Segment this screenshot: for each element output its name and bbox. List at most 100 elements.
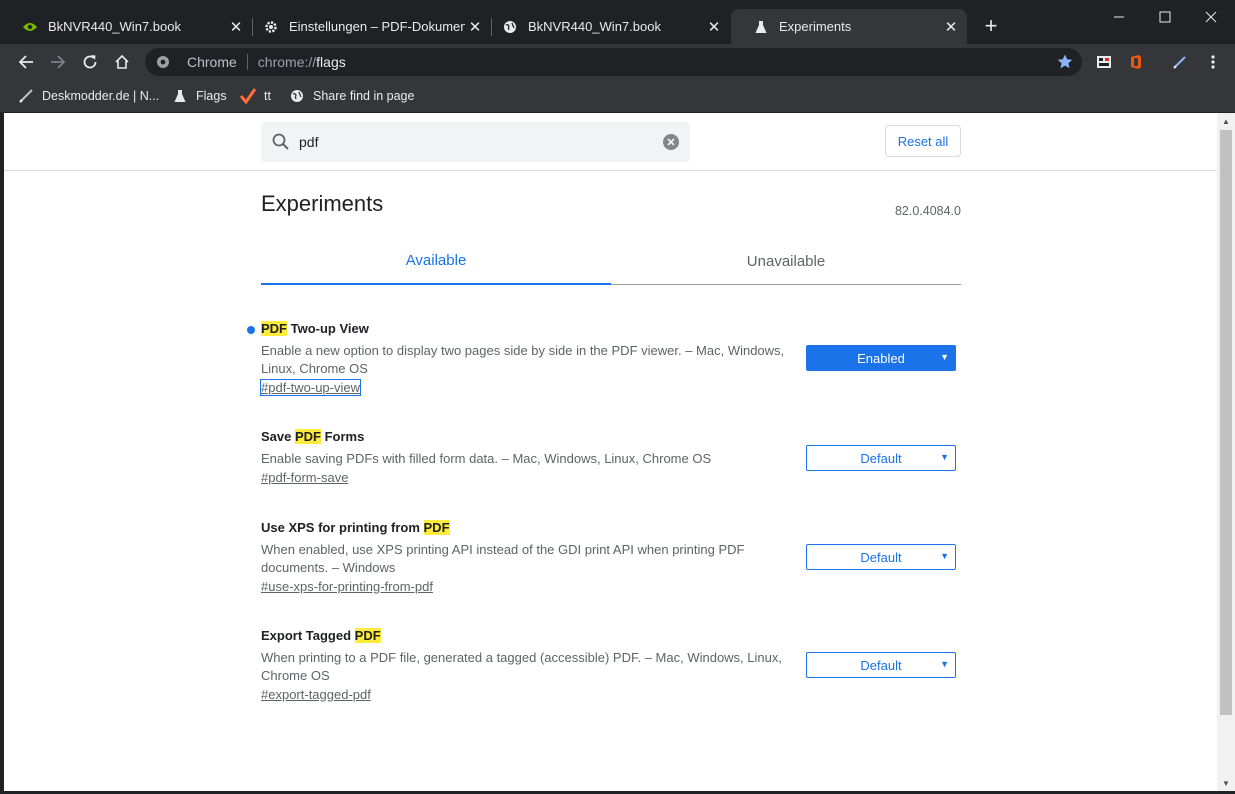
vertical-scrollbar[interactable]: ▲ ▼ xyxy=(1217,113,1235,791)
experiment-permalink[interactable]: #pdf-form-save xyxy=(261,470,348,485)
experiment-name: Export Tagged PDF xyxy=(261,628,381,643)
page-content: pdf Reset all Experiments 82.0.4084.0 Av… xyxy=(4,113,1217,791)
tab-unavailable[interactable]: Unavailable xyxy=(611,238,961,284)
experiment-name: Use XPS for printing from PDF xyxy=(261,520,450,535)
dropdown-arrow-icon: ▼ xyxy=(940,659,949,669)
search-highlight: PDF xyxy=(354,628,381,643)
search-input[interactable]: pdf xyxy=(299,134,662,150)
extension-button-3[interactable] xyxy=(1168,50,1192,74)
scrollbar-thumb[interactable] xyxy=(1220,130,1232,715)
bookmark-tt[interactable]: tt xyxy=(240,86,271,106)
reload-button[interactable] xyxy=(78,50,102,74)
select-value: Default xyxy=(860,657,902,673)
bookmark-flags[interactable]: Flags xyxy=(172,86,227,106)
experiment-description: Enable a new option to display two pages… xyxy=(261,343,785,376)
url-scheme: chrome:// xyxy=(257,54,317,70)
experiment-state-select[interactable]: Enabled ▼ xyxy=(806,345,956,371)
chrome-version: 82.0.4084.0 xyxy=(894,204,961,218)
minimize-button[interactable] xyxy=(1096,6,1142,28)
dropdown-arrow-icon: ▼ xyxy=(940,551,949,561)
search-icon xyxy=(272,133,289,150)
dropdown-arrow-icon: ▼ xyxy=(940,352,949,362)
flask-icon xyxy=(753,19,769,35)
tab-einstellungen[interactable]: Einstellungen – PDF-Dokumente ✕ xyxy=(241,9,491,44)
three-dots-icon xyxy=(1211,55,1215,69)
extension-button-1[interactable] xyxy=(1092,50,1116,74)
home-button[interactable] xyxy=(110,50,134,74)
flags-search-box[interactable]: pdf xyxy=(261,122,690,162)
extension-grid-icon xyxy=(1097,56,1111,68)
search-highlight: PDF xyxy=(294,429,321,444)
close-tab-icon[interactable]: ✕ xyxy=(941,17,961,37)
reset-all-button[interactable]: Reset all xyxy=(885,125,961,157)
omnibox-chip: Chrome xyxy=(187,54,237,70)
omnibox-divider xyxy=(246,54,248,70)
experiment-permalink[interactable]: #pdf-two-up-view xyxy=(260,379,361,396)
dropdown-arrow-icon: ▼ xyxy=(940,452,949,462)
bookmark-label: Share find in page xyxy=(313,89,415,103)
close-icon xyxy=(1205,11,1217,23)
close-tab-icon[interactable]: ✕ xyxy=(704,17,724,37)
experiments-tabs: Available Unavailable xyxy=(261,238,961,285)
flags-search-header: pdf Reset all xyxy=(4,113,1217,171)
search-highlight: PDF xyxy=(423,520,450,535)
pen-extension-icon xyxy=(1173,56,1186,69)
reload-icon xyxy=(83,55,97,69)
checkmark-icon xyxy=(240,88,256,104)
tab-title: BkNVR440_Win7.book xyxy=(48,19,181,34)
select-value: Default xyxy=(860,549,902,565)
clear-search-icon[interactable] xyxy=(662,133,680,151)
tab-bknvr440-1[interactable]: BkNVR440_Win7.book ✕ xyxy=(0,9,252,44)
maximize-icon xyxy=(1159,11,1171,23)
tab-title: Einstellungen – PDF-Dokumente xyxy=(289,19,465,34)
close-window-button[interactable] xyxy=(1188,6,1234,28)
flask-icon xyxy=(172,88,188,104)
bookmarks-bar: Deskmodder.de | N... Flags tt Share find… xyxy=(0,80,1235,112)
scroll-up-arrow-icon[interactable]: ▲ xyxy=(1217,113,1235,129)
back-button[interactable] xyxy=(14,50,38,74)
gear-icon xyxy=(263,19,279,35)
experiment-state-select[interactable]: Default ▼ xyxy=(806,445,956,471)
experiment-permalink[interactable]: #export-tagged-pdf xyxy=(261,687,371,702)
tab-title: BkNVR440_Win7.book xyxy=(528,19,661,34)
new-tab-button[interactable]: + xyxy=(980,15,1002,38)
experiment-state-select[interactable]: Default ▼ xyxy=(806,544,956,570)
forward-arrow-icon xyxy=(51,55,66,69)
experiment-pdf-two-up-view: PDF Two-up View Enable a new option to d… xyxy=(247,321,961,397)
bookmark-share-find[interactable]: Share find in page xyxy=(289,86,414,106)
globe-icon xyxy=(289,88,305,104)
experiment-permalink[interactable]: #use-xps-for-printing-from-pdf xyxy=(261,579,433,594)
experiment-name: PDF Two-up View xyxy=(261,321,369,336)
experiment-state-select[interactable]: Default ▼ xyxy=(806,652,956,678)
search-highlight: PDF xyxy=(261,321,287,336)
home-icon xyxy=(115,54,129,69)
modified-indicator-dot xyxy=(247,326,255,334)
tab-experiments[interactable]: Experiments ✕ xyxy=(731,9,967,44)
menu-button[interactable] xyxy=(1201,50,1225,74)
experiment-description: When enabled, use XPS printing API inste… xyxy=(261,542,745,575)
bookmark-label: Deskmodder.de | N... xyxy=(42,89,160,103)
bookmark-label: Flags xyxy=(196,89,227,103)
toolbar: Chrome chrome:// flags xyxy=(0,44,1235,80)
scroll-down-arrow-icon[interactable]: ▼ xyxy=(1217,775,1235,791)
back-arrow-icon xyxy=(18,55,33,69)
extension-button-2[interactable] xyxy=(1124,50,1148,74)
bookmark-deskmodder[interactable]: Deskmodder.de | N... xyxy=(18,86,159,106)
tab-strip: BkNVR440_Win7.book ✕ Einstellungen – PDF… xyxy=(0,0,1235,44)
office-extension-icon xyxy=(1131,55,1141,69)
url-host: flags xyxy=(316,54,346,70)
experiment-save-pdf-forms: Save PDF Forms Enable saving PDFs with f… xyxy=(261,429,961,487)
bookmark-label: tt xyxy=(264,89,271,103)
tab-bknvr440-2[interactable]: BkNVR440_Win7.book ✕ xyxy=(480,9,730,44)
pen-icon xyxy=(18,88,34,104)
globe-icon xyxy=(502,19,518,35)
tab-available[interactable]: Available xyxy=(261,238,611,285)
tab-title: Experiments xyxy=(779,19,852,34)
forward-button[interactable] xyxy=(46,50,70,74)
maximize-button[interactable] xyxy=(1142,6,1188,28)
nvidia-icon xyxy=(22,19,38,35)
page-title: Experiments xyxy=(261,191,384,216)
bookmark-star-icon[interactable] xyxy=(1056,53,1074,71)
address-bar[interactable]: Chrome chrome:// flags xyxy=(145,48,1082,76)
select-value: Enabled xyxy=(857,350,905,366)
